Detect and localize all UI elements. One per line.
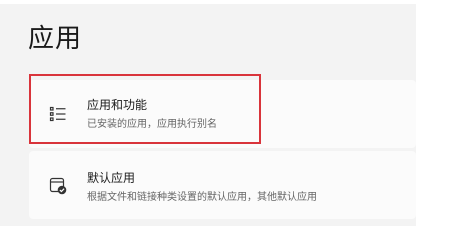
apps-list-icon (49, 105, 67, 123)
default-apps-subtitle: 根据文件和链接种类设置的默认应用，其他默认应用 (87, 192, 317, 203)
apps-and-features-item[interactable]: 应用和功能 已安装的应用，应用执行别名 (29, 80, 416, 148)
settings-panel: 应用 应用和功能 已安装的应用，应用执行别名 默认应用 根据文件和链接种类设置的… (0, 4, 416, 226)
default-apps-item[interactable]: 默认应用 根据文件和链接种类设置的默认应用，其他默认应用 (29, 151, 416, 219)
apps-and-features-subtitle: 已安装的应用，应用执行别名 (87, 119, 217, 130)
default-apps-icon (49, 177, 67, 195)
apps-and-features-title: 应用和功能 (87, 98, 148, 112)
page-title: 应用 (28, 24, 83, 54)
default-apps-title: 默认应用 (87, 171, 136, 185)
